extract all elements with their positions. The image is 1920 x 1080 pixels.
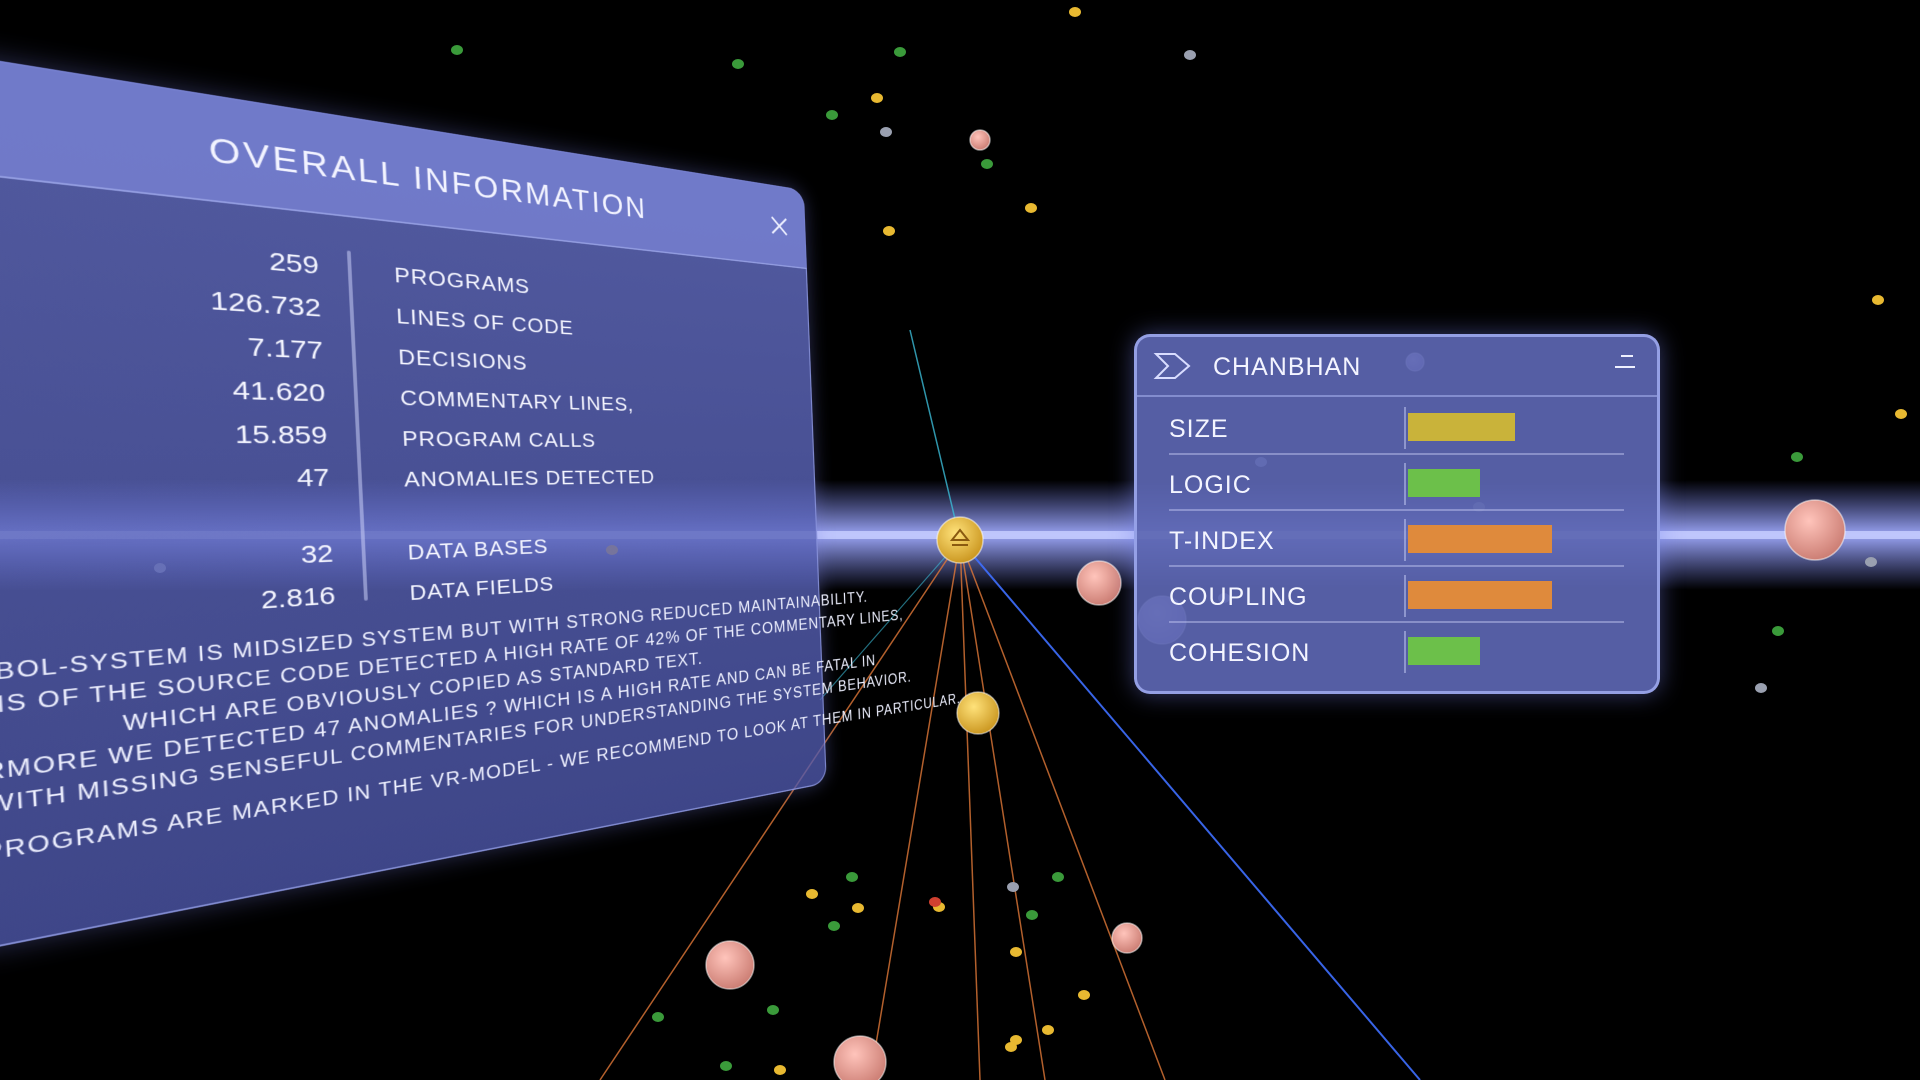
stat-label: PROGRAM CALLS [401, 426, 597, 452]
metrics-panel-header: CHANBHAN [1137, 337, 1657, 397]
scene-node [894, 47, 906, 57]
metric-row: SIZE [1137, 401, 1657, 455]
metric-label: SIZE [1169, 415, 1229, 443]
scene-node [1069, 7, 1081, 17]
program-node [833, 1035, 887, 1080]
metric-label: T-INDEX [1169, 527, 1275, 555]
metric-label: COUPLING [1169, 583, 1308, 611]
scene-node [1026, 910, 1038, 920]
program-metrics-panel: CHANBHAN SIZE LOGIC T-INDEX COUPLING COHESIO… [1134, 334, 1660, 694]
scene-node [1791, 452, 1803, 462]
scene-node [732, 59, 744, 69]
program-node [1076, 560, 1122, 606]
stat-value: 47 [296, 463, 331, 493]
metric-track [1404, 519, 1626, 561]
scene-node [451, 45, 463, 55]
metric-separator [1169, 509, 1624, 511]
scene-node [1078, 990, 1090, 1000]
program-node [1111, 922, 1143, 954]
program-node [956, 691, 1000, 735]
metric-bar [1408, 413, 1515, 441]
scene-node [828, 921, 840, 931]
scene-node [1865, 557, 1877, 567]
metric-separator [1169, 453, 1624, 455]
scene-node [1042, 1025, 1054, 1035]
scene-node [806, 889, 818, 899]
metric-label: COHESION [1169, 639, 1311, 667]
scene-node [774, 1065, 786, 1075]
program-node [969, 129, 991, 151]
scene-node [981, 159, 993, 169]
scene-node [1895, 409, 1907, 419]
scene-node [720, 1061, 732, 1071]
metric-bar [1408, 637, 1480, 665]
metric-track [1404, 631, 1626, 673]
dependency-link [959, 539, 981, 1080]
metric-row: T-INDEX [1137, 513, 1657, 567]
metric-bar [1408, 469, 1480, 497]
scene-node [852, 903, 864, 913]
program-node [1784, 499, 1846, 561]
metric-separator [1169, 565, 1624, 567]
scene-node [1052, 872, 1064, 882]
scene-node [1010, 1035, 1022, 1045]
metric-bar [1408, 525, 1552, 553]
chevron-right-icon[interactable] [1153, 351, 1193, 381]
scene-node [652, 1012, 664, 1022]
stat-value: 15.859 [234, 420, 329, 450]
metric-row: COUPLING [1137, 569, 1657, 623]
metric-label: LOGIC [1169, 471, 1252, 499]
scene-node [1772, 626, 1784, 636]
scene-node [767, 1005, 779, 1015]
scene-node [1872, 295, 1884, 305]
metric-track [1404, 463, 1626, 505]
minimize-icon[interactable] [1613, 353, 1637, 373]
metric-row: COHESION [1137, 625, 1657, 679]
stat-label: ANOMALIES DETECTED [403, 465, 656, 492]
metric-track [1404, 407, 1626, 449]
scene-node [871, 93, 883, 103]
scene-node [1184, 50, 1196, 60]
metric-bar [1408, 581, 1552, 609]
scene-node [880, 127, 892, 137]
program-node [705, 940, 755, 990]
metric-row: LOGIC [1137, 457, 1657, 511]
program-name-title: CHANBHAN [1213, 353, 1362, 381]
scene-node [929, 897, 941, 907]
scene-node [1755, 683, 1767, 693]
scene-node [826, 110, 838, 120]
dependency-link [959, 539, 1046, 1080]
scene-node [1007, 882, 1019, 892]
scene-node [883, 226, 895, 236]
scene-node [1025, 203, 1037, 213]
scene-node [1010, 947, 1022, 957]
metric-track [1404, 575, 1626, 617]
close-icon[interactable] [767, 211, 792, 241]
scene-node [846, 872, 858, 882]
metric-separator [1169, 621, 1624, 623]
